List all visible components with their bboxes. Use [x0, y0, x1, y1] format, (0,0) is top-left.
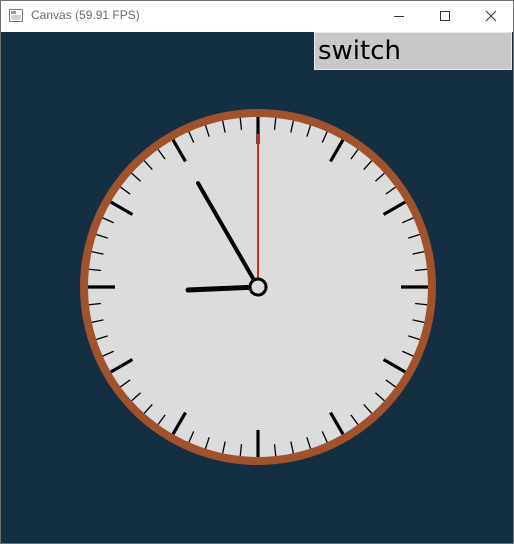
minimize-button[interactable]	[376, 1, 422, 31]
minimize-icon	[394, 16, 404, 17]
close-icon	[485, 10, 497, 22]
analog-clock	[80, 109, 436, 465]
close-button[interactable]	[468, 1, 513, 31]
canvas-window: Canvas (59.91 FPS) switch	[0, 0, 514, 544]
app-window-icon	[9, 9, 23, 22]
maximize-icon	[440, 11, 450, 21]
maximize-button[interactable]	[422, 1, 468, 31]
switch-button[interactable]: switch	[314, 32, 512, 70]
center-pin	[248, 277, 268, 297]
canvas-area[interactable]: switch	[1, 32, 513, 543]
hour-hand	[185, 284, 261, 293]
title-bar[interactable]: Canvas (59.91 FPS)	[1, 1, 513, 32]
window-title: Canvas (59.91 FPS)	[31, 8, 140, 22]
